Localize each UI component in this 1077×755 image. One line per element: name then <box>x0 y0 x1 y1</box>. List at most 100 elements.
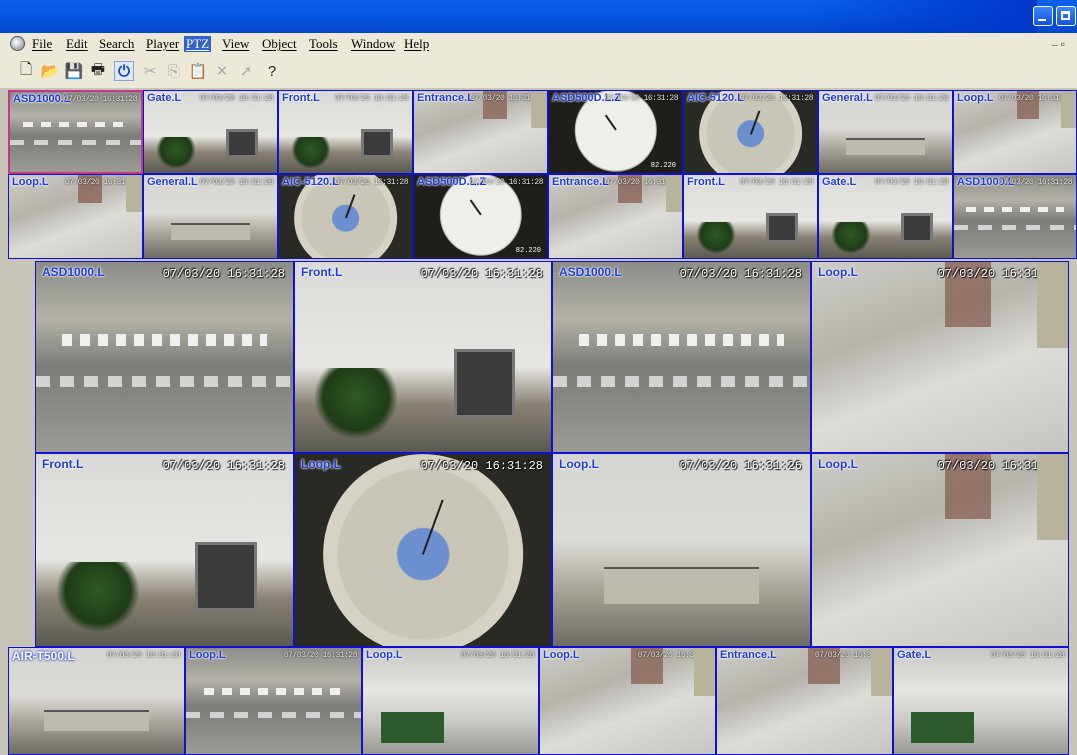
camera-tile-large[interactable]: Front.L 07/03/20 16:31:28 <box>294 261 552 453</box>
camera-tile[interactable]: ASD1000.L 07/03/20 16:31:28 <box>953 174 1077 259</box>
camera-timestamp: 07/03/20 16:31:28 <box>739 94 814 103</box>
camera-tile[interactable]: Loop.L 07/03/20 16:31:28 <box>953 90 1077 174</box>
camera-timestamp: 07/03/20 16:31:26 <box>937 459 1060 473</box>
camera-label: Gate.L <box>822 176 857 188</box>
print-icon[interactable]: 🖶 <box>88 61 108 81</box>
camera-timestamp: 07/03/20 16:31:28 <box>334 178 409 187</box>
camera-tile[interactable]: Loop.L 07/03/20 16:31:28 <box>362 647 539 755</box>
camera-corner-text: 82.220 <box>515 247 541 255</box>
camera-tile[interactable]: Loop.L 07/03/20 16:31:28 <box>8 174 143 259</box>
menu-search[interactable]: Search <box>99 36 134 52</box>
camera-label: Loop.L <box>818 457 858 471</box>
menu-view[interactable]: View <box>222 36 249 52</box>
paste-icon[interactable]: 📋 <box>188 61 208 81</box>
open-icon[interactable]: 📂 <box>40 61 60 81</box>
camera-timestamp: 07/03/20 16:31:28 <box>604 178 679 187</box>
new-icon[interactable]: 🗋 <box>16 61 36 81</box>
camera-timestamp: 07/03/20 16:31:28 <box>739 178 814 187</box>
save-icon[interactable]: 💾 <box>64 61 84 81</box>
camera-timestamp: 07/03/20 16:31:27 <box>937 267 1060 281</box>
camera-label: Loop.L <box>189 649 226 661</box>
mdi-minimize-icon[interactable]: – ▫ <box>1052 37 1065 52</box>
camera-timestamp: 07/03/20 16:31:28 <box>162 267 285 281</box>
camera-tile[interactable]: Gate.L 07/03/20 16:31:28 <box>143 90 278 174</box>
camera-tile[interactable]: Gate.L 07/03/20 16:31:28 <box>893 647 1069 755</box>
camera-timestamp: 07/03/20 16:31:28 <box>990 651 1065 660</box>
camera-tile[interactable]: Loop.L 07/03/20 16:31:28 <box>539 647 716 755</box>
camera-timestamp: 07/03/20 16:31:26 <box>679 459 802 473</box>
camera-grid: ASD1000.L 07/03/20 16:31:28 Gate.L 07/03/2… <box>0 88 1077 755</box>
camera-tile[interactable]: Entrance.L 07/03/20 16:31:28 <box>548 174 683 259</box>
camera-timestamp: 07/03/20 16:31:28 <box>637 651 712 660</box>
camera-tile-large[interactable]: Loop.L 07/03/20 16:31:26 <box>811 453 1069 647</box>
menu-help[interactable]: Help <box>404 36 429 52</box>
camera-tile[interactable]: General.L 07/03/20 16:31:28 <box>818 90 953 174</box>
menu-object[interactable]: Object <box>262 36 297 52</box>
camera-tile-large[interactable]: ASD1000.L 07/03/20 16:31:28 <box>552 261 811 453</box>
camera-timestamp: 07/03/20 16:31:28 <box>106 651 181 660</box>
camera-timestamp: 07/03/20 16:31:28 <box>420 267 543 281</box>
menu-window[interactable]: Window <box>351 36 395 52</box>
camera-tile[interactable]: Gate.L 07/03/20 16:31:28 <box>818 174 953 259</box>
camera-tile[interactable]: ASD500D.L.Z 07/03/20 16:31:28 82.220 <box>413 174 548 259</box>
camera-label: AIC-5120.L <box>282 176 339 188</box>
menu-tools[interactable]: Tools <box>309 36 338 52</box>
camera-timestamp: 07/03/20 16:31:28 <box>604 94 679 103</box>
toolbar: 🗋 📂 💾 🖶 ⏻ ✂ ⎘ 📋 ✕ ➚ ? <box>0 56 1077 88</box>
camera-tile-large[interactable]: Front.L 07/03/20 16:31:28 <box>35 453 294 647</box>
camera-tile-large[interactable]: ASD1000.L 07/03/20 16:31:28 <box>35 261 294 453</box>
delete-icon[interactable]: ✕ <box>212 61 232 81</box>
minimize-button[interactable] <box>1033 6 1053 26</box>
camera-tile[interactable]: AIC-5120.L 07/03/20 16:31:28 <box>278 174 413 259</box>
camera-label: Loop.L <box>543 649 580 661</box>
camera-label: General.L <box>822 92 873 104</box>
help-icon[interactable]: ? <box>262 61 282 81</box>
camera-tile-large[interactable]: Loop.L 07/03/20 16:31:28 <box>294 453 552 647</box>
camera-label: Entrance.L <box>552 176 609 188</box>
camera-tile[interactable]: ASD500D.L.Z 07/03/20 16:31:28 82.220 <box>548 90 683 174</box>
camera-timestamp: 07/03/20 16:31:28 <box>679 267 802 281</box>
cut-icon[interactable]: ✂ <box>140 61 160 81</box>
camera-timestamp: 07/03/20 16:31:28 <box>460 651 535 660</box>
copy-icon[interactable]: ⎘ <box>164 61 184 81</box>
camera-label: AIR-T500.L <box>12 649 75 663</box>
pointer-icon[interactable]: ➚ <box>236 61 256 81</box>
camera-timestamp: 07/03/20 16:31:28 <box>814 651 889 660</box>
camera-tile[interactable]: ASD1000.L 07/03/20 16:31:28 <box>8 90 143 174</box>
camera-tile[interactable]: AIR-T500.L 07/03/20 16:31:28 <box>8 647 185 755</box>
camera-tile-large[interactable]: Loop.L 07/03/20 16:31:27 <box>811 261 1069 453</box>
camera-timestamp: 07/03/20 16:31:28 <box>283 651 358 660</box>
camera-tile-large[interactable]: Loop.L 07/03/20 16:31:26 <box>552 453 811 647</box>
camera-timestamp: 07/03/20 16:31:28 <box>199 178 274 187</box>
menu-ptz[interactable]: PTZ <box>184 36 212 52</box>
menu-edit[interactable]: Edit <box>66 36 88 52</box>
menu-file[interactable]: File <box>32 36 52 52</box>
camera-tile[interactable]: General.L 07/03/20 16:31:28 <box>143 174 278 259</box>
camera-corner-text: 82.220 <box>650 162 676 170</box>
restore-button[interactable] <box>1056 6 1076 26</box>
camera-tile[interactable]: AIC-5120.L 07/03/20 16:31:28 <box>683 90 818 174</box>
camera-label: Loop.L <box>957 92 994 104</box>
camera-label: Gate.L <box>897 649 932 661</box>
camera-timestamp: 07/03/20 16:31:28 <box>469 94 544 103</box>
camera-tile[interactable]: Front.L 07/03/20 16:31:28 <box>278 90 413 174</box>
menu-player[interactable]: Player <box>146 36 179 52</box>
power-icon[interactable]: ⏻ <box>114 61 134 81</box>
menu-bar: File Edit Search Player PTZ View Object … <box>0 34 1077 55</box>
camera-label: ASD1000.L <box>13 93 71 105</box>
camera-timestamp: 07/03/20 16:31:28 <box>334 94 409 103</box>
camera-tile[interactable]: Entrance.L 07/03/20 16:31:28 <box>413 90 548 174</box>
camera-tile[interactable]: Front.L 07/03/20 16:31:28 <box>683 174 818 259</box>
camera-label: ASD1000.L <box>559 265 622 279</box>
title-bar <box>0 0 1077 33</box>
title-bar-gradient <box>807 0 1037 33</box>
camera-timestamp: 07/03/20 16:31:28 <box>998 94 1073 103</box>
app-icon[interactable] <box>10 36 25 51</box>
camera-label: Front.L <box>301 265 343 279</box>
camera-label: Loop.L <box>366 649 403 661</box>
camera-tile[interactable]: Loop.L 07/03/20 16:31:28 <box>185 647 362 755</box>
camera-timestamp: 07/03/20 16:31:28 <box>199 94 274 103</box>
camera-label: AIC-5120.L <box>687 92 744 104</box>
camera-tile[interactable]: Entrance.L 07/03/20 16:31:28 <box>716 647 893 755</box>
camera-label: Loop.L <box>818 265 858 279</box>
